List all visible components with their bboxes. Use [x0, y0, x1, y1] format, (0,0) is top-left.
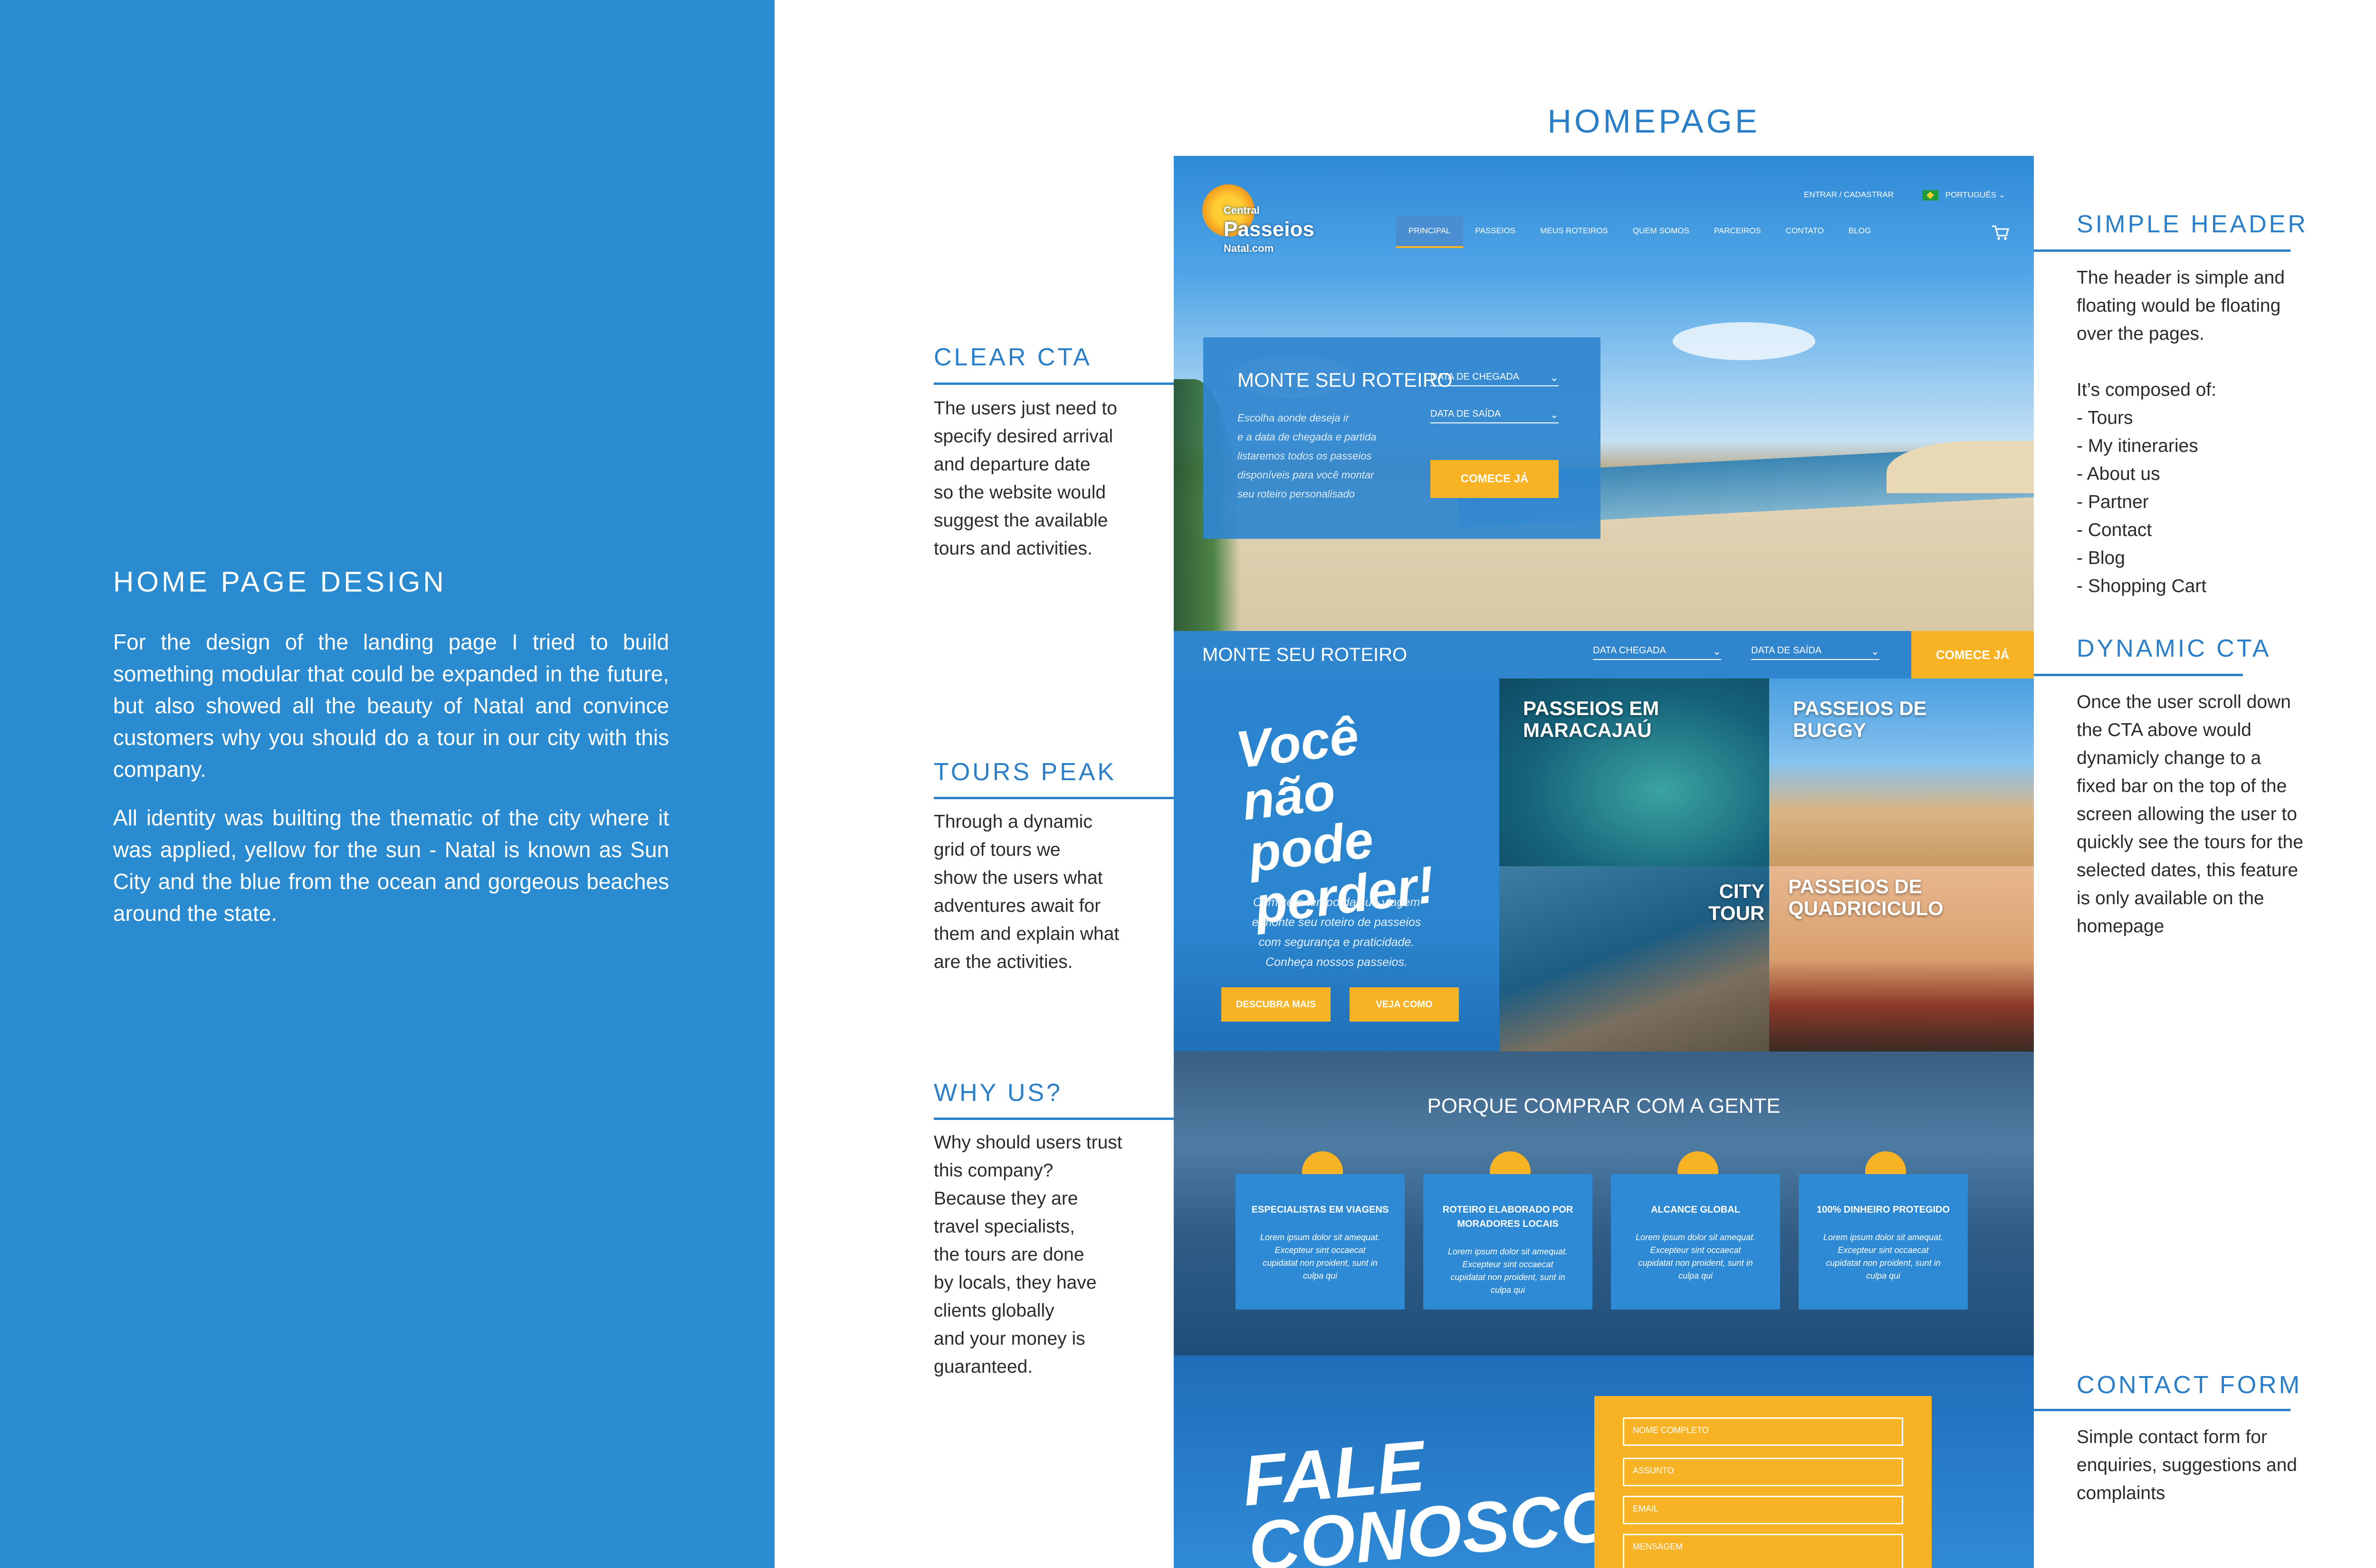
feature-body: Lorem ipsum dolor sit amequat. Excepteur…: [1823, 1233, 1944, 1281]
why-us-section: PORQUE COMPRAR COM A GENTE ESPECIALISTAS…: [1174, 1052, 2034, 1356]
nav-item-parceiros[interactable]: PARCEIROS: [1702, 216, 1773, 248]
nav-item-quem-somos[interactable]: QUEM SOMOS: [1620, 216, 1702, 248]
logo-text: Passeios: [1224, 218, 1314, 241]
full-name-field[interactable]: NOME COMPLETO: [1623, 1417, 1903, 1446]
hero-section: Central Passeios Natal.com ENTRAR / CADA…: [1174, 156, 2034, 631]
message-field[interactable]: MENSAGEM: [1623, 1534, 1903, 1568]
annotation-title: CONTACT FORM: [2077, 1371, 2302, 1399]
promo-panel: Você não pode perder! Otimize o tempo da…: [1174, 679, 1499, 1052]
annotation-text: The users just need to specify desired a…: [934, 398, 1117, 559]
chevron-down-icon: ⌄: [1998, 190, 2005, 200]
language-label: PORTUGUÊS: [1945, 190, 1997, 200]
annotation-text: Once the user scroll down the CTA above …: [2077, 692, 2303, 937]
contact-section: FALE CONOSCO NOME COMPLETO ASSUNTO EMAIL…: [1174, 1356, 2034, 1568]
cta-description: Escolha aonde deseja ir e a data de cheg…: [1237, 412, 1377, 500]
chevron-down-icon: ⌄: [1550, 372, 1559, 383]
feature-title: ROTEIRO ELABORADO POR MORADORES LOCAIS: [1442, 1205, 1573, 1229]
dropdown-label: DATA DE CHEGADA: [1430, 372, 1520, 382]
start-button[interactable]: COMECE JÁ: [1911, 631, 2034, 679]
arrival-date-dropdown[interactable]: DATA DE CHEGADA ⌄: [1430, 372, 1559, 386]
language-selector[interactable]: PORTUGUÊS ⌄: [1922, 190, 2005, 201]
feature-card: 100% DINHEIRO PROTEGIDO Lorem ipsum dolo…: [1799, 1174, 1968, 1310]
feature-body: Lorem ipsum dolor sit amequat. Excepteur…: [1260, 1233, 1380, 1281]
discover-more-button[interactable]: DESCUBRA MAIS: [1221, 987, 1331, 1022]
dune-image: [1887, 441, 2034, 493]
email-field[interactable]: EMAIL: [1623, 1496, 1903, 1524]
description-paragraph: For the design of the landing page I tri…: [113, 630, 669, 782]
feature-title: ALCANCE GLOBAL: [1651, 1205, 1740, 1215]
arrival-date-dropdown[interactable]: DATA CHEGADA ⌄: [1593, 645, 1721, 660]
dynamic-cta-bar: MONTE SEU ROTEIRO DATA CHEGADA ⌄ DATA DE…: [1174, 631, 2034, 679]
feature-card: ALCANCE GLOBAL Lorem ipsum dolor sit ame…: [1611, 1174, 1780, 1310]
annotation-text: Simple contact form for enquiries, sugge…: [2077, 1427, 2297, 1503]
annotation-text: The header is simple and floating would …: [2077, 268, 2285, 596]
annotation-title: SIMPLE HEADER: [2077, 210, 2308, 238]
chevron-down-icon: ⌄: [1550, 409, 1559, 421]
tour-tile-buggy[interactable]: PASSEIOS DE BUGGY: [1769, 679, 2034, 866]
logo-text: Natal.com: [1224, 242, 1274, 254]
tour-tile-quadriciculo[interactable]: PASSEIOS DE QUADRICICULO: [1769, 866, 2034, 1052]
tour-label: CITY TOUR: [1708, 880, 1765, 924]
annotation-title: TOURS PEAK: [934, 758, 1117, 786]
annotation-text: Through a dynamic grid of tours we show …: [934, 812, 1120, 972]
left-description-panel: HOME PAGE DESIGN For the design of the l…: [0, 0, 775, 1568]
feature-title: ESPECIALISTAS EM VIAGENS: [1251, 1205, 1389, 1215]
tours-grid: Você não pode perder! Otimize o tempo da…: [1174, 679, 2034, 1052]
section-title: HOME PAGE DESIGN: [113, 566, 447, 598]
tour-tile-city-tour[interactable]: CITY TOUR: [1499, 866, 1769, 1052]
feature-body: Lorem ipsum dolor sit amequat. Excepteur…: [1447, 1247, 1568, 1295]
nav-item-passeios[interactable]: PASSEIOS: [1463, 216, 1528, 248]
chevron-down-icon: ⌄: [1870, 645, 1879, 657]
cta-box: MONTE SEU ROTEIRO Escolha aonde deseja i…: [1203, 337, 1600, 539]
chevron-down-icon: ⌄: [1712, 645, 1721, 657]
subject-field[interactable]: ASSUNTO: [1623, 1458, 1903, 1486]
feature-card: ROTEIRO ELABORADO POR MORADORES LOCAIS L…: [1423, 1174, 1592, 1310]
cloud-decoration: [1673, 322, 1815, 360]
shopping-cart-icon[interactable]: [1991, 223, 2010, 242]
nav-item-blog[interactable]: BLOG: [1836, 216, 1883, 248]
site-logo[interactable]: Central Passeios Natal.com: [1202, 180, 1316, 254]
departure-date-dropdown[interactable]: DATA DE SAÍDA ⌄: [1751, 645, 1879, 660]
cta-title: MONTE SEU ROTEIRO: [1237, 369, 1453, 391]
feature-body: Lorem ipsum dolor sit amequat. Excepteur…: [1635, 1233, 1756, 1281]
presentation-page: { "left_panel": { "title": "HOME PAGE DE…: [0, 0, 2376, 1568]
dropdown-label: DATA CHEGADA: [1593, 645, 1666, 656]
dropdown-label: DATA DE SAÍDA: [1430, 409, 1501, 419]
bar-title: MONTE SEU ROTEIRO: [1202, 644, 1408, 665]
nav-item-contato[interactable]: CONTATO: [1773, 216, 1836, 248]
login-register-link[interactable]: ENTRAR / CADASTRAR: [1804, 190, 1894, 201]
start-button[interactable]: COMECE JÁ: [1430, 460, 1559, 498]
logo-text: Central: [1224, 204, 1260, 216]
nav-item-principal[interactable]: PRINCIPAL: [1396, 216, 1463, 248]
description-paragraph: All identity was builting the thematic o…: [113, 805, 669, 926]
contact-form: NOME COMPLETO ASSUNTO EMAIL MENSAGEM: [1594, 1396, 1932, 1568]
brazil-flag-icon: [1922, 190, 1938, 201]
tour-label: PASSEIOS DE BUGGY: [1793, 697, 1927, 741]
see-how-button[interactable]: VEJA COMO: [1350, 987, 1459, 1022]
departure-date-dropdown[interactable]: DATA DE SAÍDA ⌄: [1430, 409, 1559, 423]
annotation-text: Why should users trust this company? Bec…: [934, 1132, 1122, 1377]
tour-label: PASSEIOS DE QUADRICICULO: [1788, 875, 1944, 919]
homepage-title: HOMEPAGE: [1547, 103, 1760, 140]
top-utility-nav: ENTRAR / CADASTRAR PORTUGUÊS ⌄: [1804, 190, 2005, 201]
promo-description: Otimize o tempo da sua viagem e monte se…: [1252, 896, 1421, 969]
tour-tile-maracajau[interactable]: PASSEIOS EM MARACAJAÚ: [1499, 679, 1769, 866]
feature-title: 100% DINHEIRO PROTEGIDO: [1816, 1205, 1950, 1215]
tour-label: PASSEIOS EM MARACAJAÚ: [1523, 697, 1659, 741]
annotation-title: WHY US?: [934, 1079, 1063, 1107]
feature-card: ESPECIALISTAS EM VIAGENS Lorem ipsum dol…: [1236, 1174, 1405, 1310]
main-nav: PRINCIPAL PASSEIOS MEUS ROTEIROS QUEM SO…: [1396, 216, 1883, 248]
why-title: PORQUE COMPRAR COM A GENTE: [1427, 1094, 1781, 1118]
annotation-title: DYNAMIC CTA: [2077, 635, 2271, 662]
contact-headline: FALE CONOSCO: [1239, 1425, 1619, 1568]
homepage-mockup: Central Passeios Natal.com ENTRAR / CADA…: [1174, 156, 2034, 1568]
nav-item-meus-roteiros[interactable]: MEUS ROTEIROS: [1528, 216, 1620, 248]
annotation-title: CLEAR CTA: [934, 344, 1092, 371]
dropdown-label: DATA DE SAÍDA: [1751, 645, 1822, 656]
